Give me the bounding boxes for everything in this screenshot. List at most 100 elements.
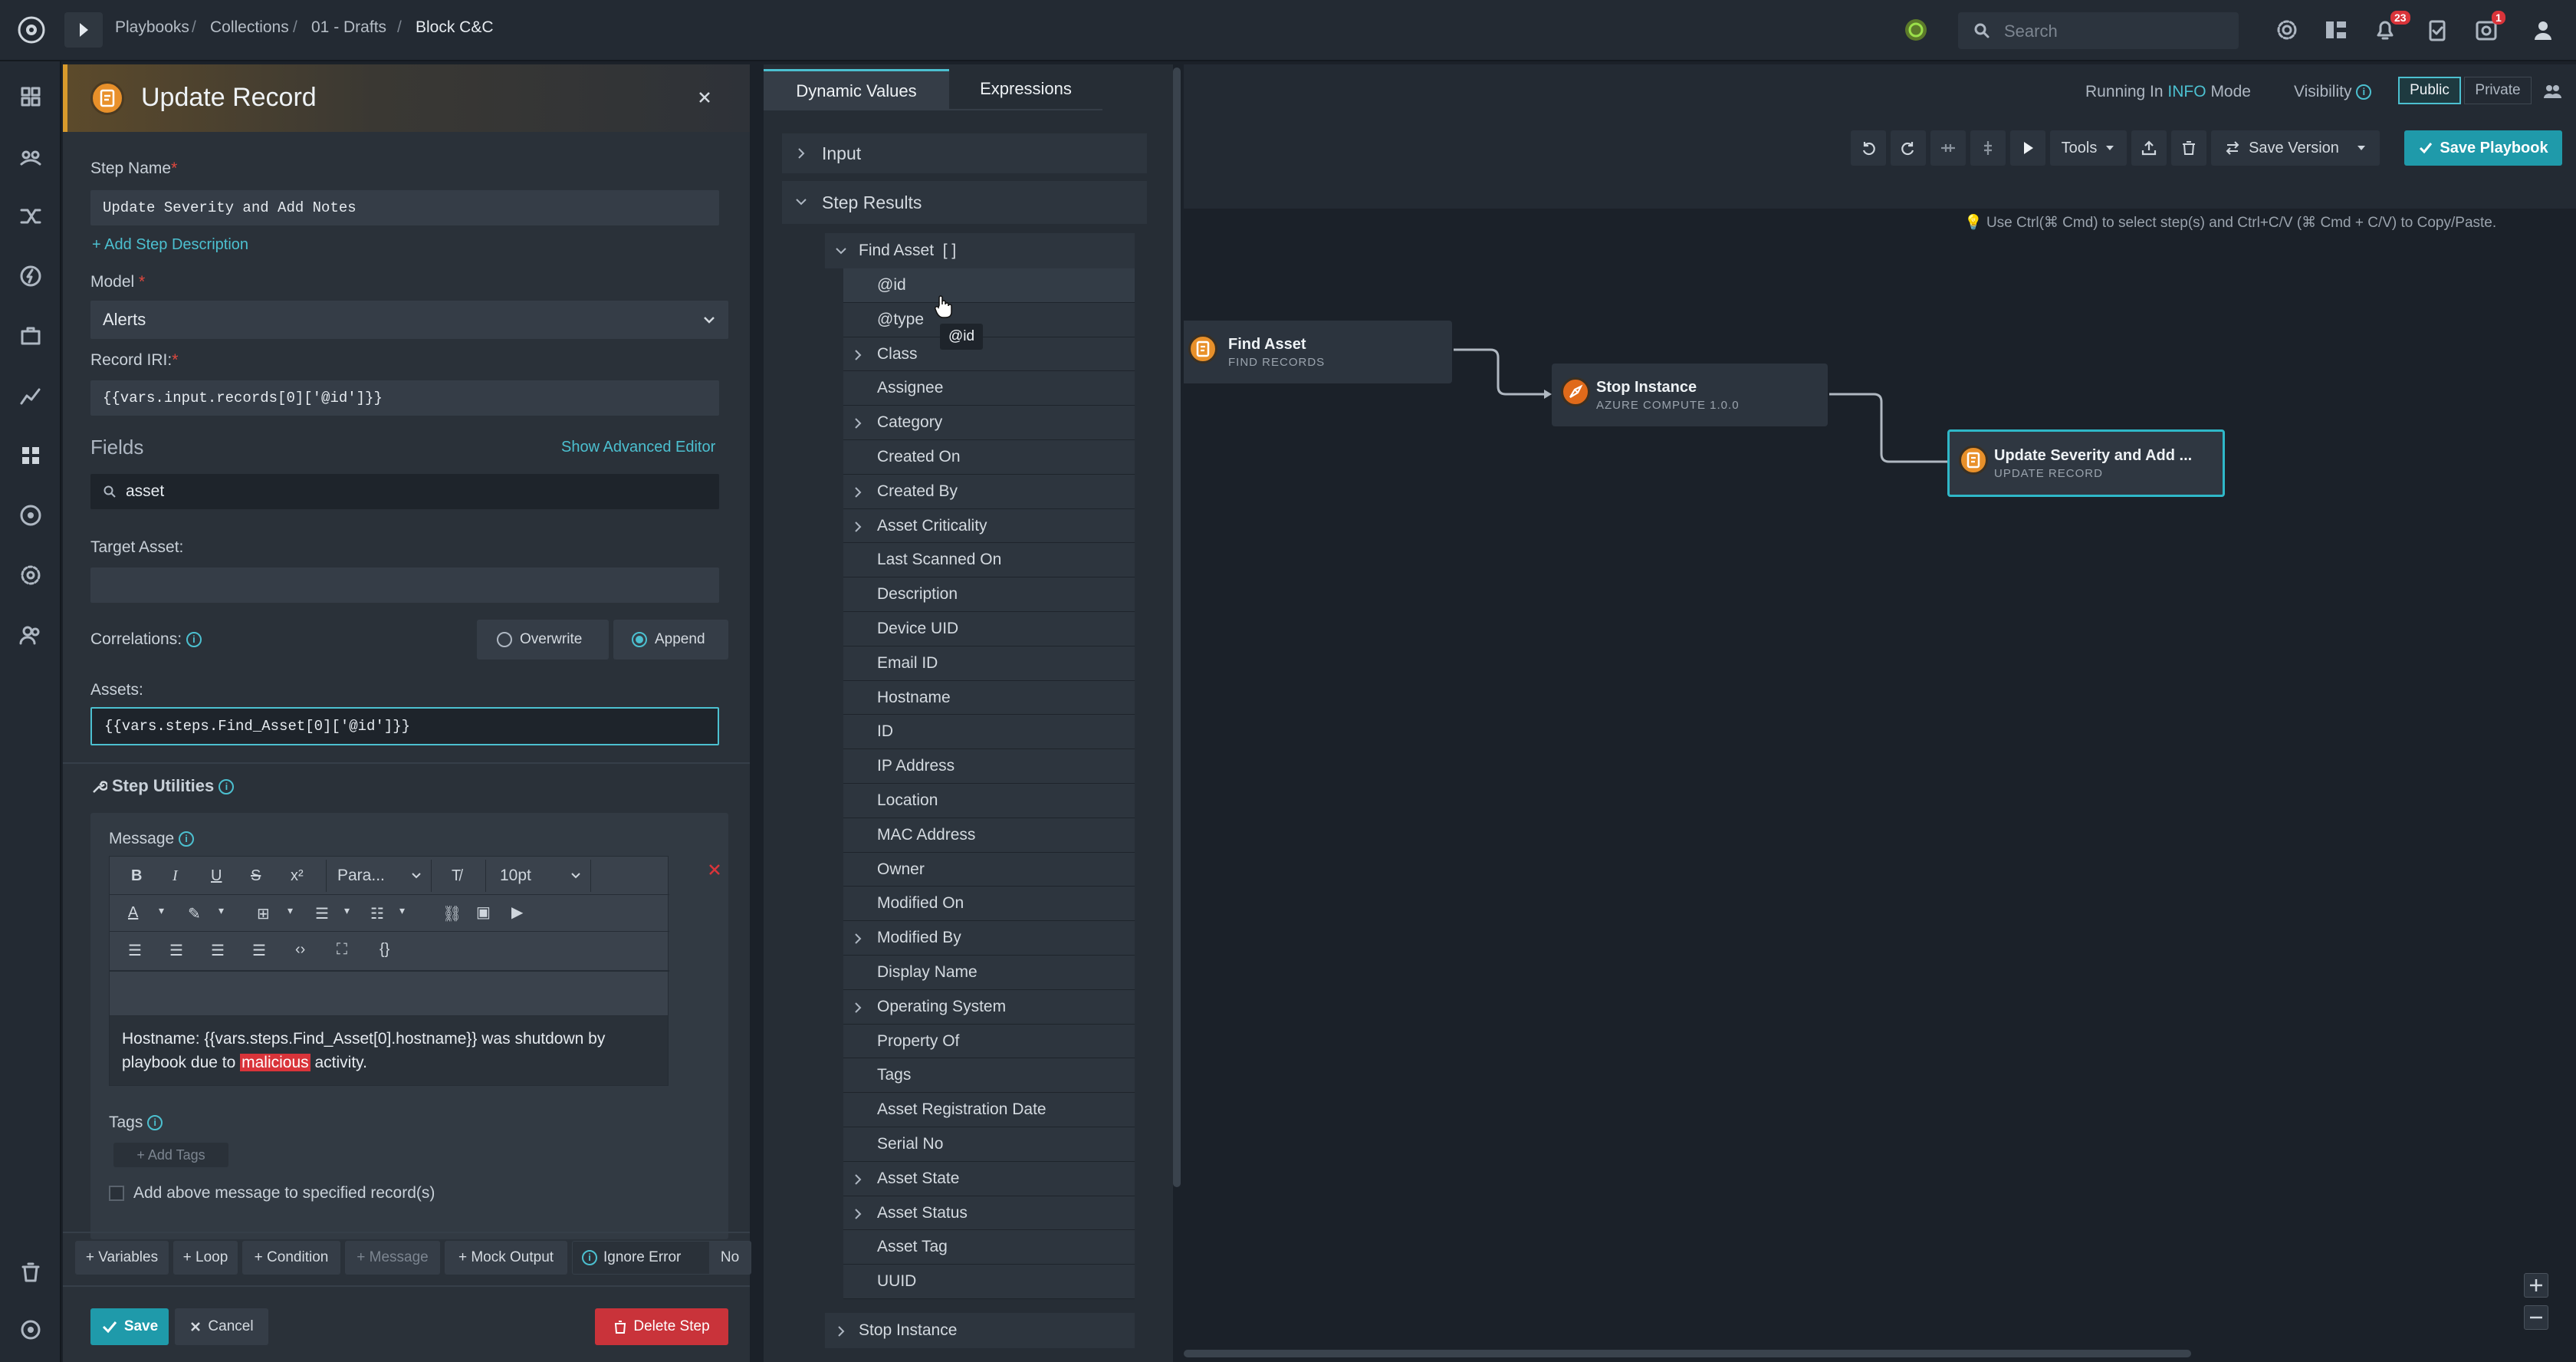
align-right-icon[interactable]: ☰ xyxy=(211,941,225,960)
save-button[interactable]: Save xyxy=(90,1308,169,1345)
add-loop-button[interactable]: + Loop xyxy=(173,1241,238,1275)
info-icon[interactable]: i xyxy=(147,1115,163,1131)
add-message-checkbox[interactable] xyxy=(109,1186,124,1201)
input-group[interactable]: Input xyxy=(782,133,1147,173)
chevron-down-icon[interactable]: ▾ xyxy=(288,904,293,917)
ignore-error-toggle[interactable]: i Ignore Error No xyxy=(572,1241,751,1275)
delete-step-button[interactable]: Delete Step xyxy=(595,1308,728,1345)
dynamic-value-item[interactable]: Modified On xyxy=(843,887,1135,921)
step-name-field[interactable]: Update Severity and Add Notes xyxy=(90,190,719,225)
breadcrumb-drafts[interactable]: 01 - Drafts xyxy=(311,18,386,37)
chevron-down-icon[interactable]: ▾ xyxy=(344,904,350,917)
content-hub-icon[interactable] xyxy=(18,443,43,468)
align-left-icon[interactable]: ☰ xyxy=(128,941,142,960)
dynamic-value-item[interactable]: IP Address xyxy=(843,749,1135,784)
dynamic-value-item[interactable]: @id xyxy=(843,268,1135,303)
dynamic-value-item[interactable]: Device UID xyxy=(843,612,1135,646)
dynamic-value-item[interactable]: Serial No xyxy=(843,1127,1135,1162)
stop-instance-group[interactable]: Stop Instance xyxy=(825,1313,1135,1348)
dynamic-value-item[interactable]: Property Of xyxy=(843,1025,1135,1058)
zoom-out-button[interactable] xyxy=(2524,1305,2548,1330)
dynamic-value-item[interactable]: @type xyxy=(843,303,1135,337)
dynamic-value-item[interactable]: ID xyxy=(843,715,1135,749)
italic-icon[interactable]: I xyxy=(172,867,178,885)
horizontal-scrollbar[interactable] xyxy=(1184,1350,2191,1357)
message-editor[interactable]: B I U S x² Para... T̸ 10pt A ▾ ✎ ▾ ⊞ ▾ ☰… xyxy=(109,856,669,1017)
breadcrumb-playbooks[interactable]: Playbooks xyxy=(115,18,189,37)
bold-icon[interactable]: B xyxy=(131,867,142,885)
bullet-list-icon[interactable]: ☰ xyxy=(315,904,329,923)
overwrite-radio[interactable]: Overwrite xyxy=(477,620,609,660)
dynamic-value-item[interactable]: Modified By xyxy=(843,921,1135,956)
dynamic-value-item[interactable]: Email ID xyxy=(843,646,1135,681)
target-asset-field[interactable] xyxy=(90,568,719,603)
status-indicator-icon[interactable] xyxy=(1903,17,1929,43)
add-mock-output-button[interactable]: + Mock Output xyxy=(445,1241,567,1275)
step-node-update-record[interactable]: Update Severity and Add ... UPDATE RECOR… xyxy=(1947,429,2225,497)
dynamic-values-braces-icon[interactable]: {} xyxy=(380,941,389,959)
info-icon[interactable]: i xyxy=(582,1250,597,1265)
align-center-icon[interactable]: ☰ xyxy=(169,941,183,960)
media-icon[interactable]: ▶ xyxy=(511,903,523,922)
show-advanced-editor-link[interactable]: Show Advanced Editor xyxy=(561,439,715,456)
message-body[interactable]: Hostname: {{vars.steps.Find_Asset[0].hos… xyxy=(109,1015,669,1086)
justify-icon[interactable]: ☰ xyxy=(252,941,266,960)
table-icon[interactable]: ⊞ xyxy=(257,904,270,923)
info-icon[interactable]: i xyxy=(186,632,202,648)
add-tags-button[interactable]: + Add Tags xyxy=(113,1143,228,1167)
tasks-clipboard-icon[interactable] xyxy=(2424,17,2450,43)
help-icon[interactable] xyxy=(18,1318,43,1342)
superscript-icon[interactable]: x² xyxy=(291,867,304,885)
tab-dynamic-values[interactable]: Dynamic Values xyxy=(764,69,949,110)
paragraph-select[interactable]: Para... xyxy=(326,860,432,892)
dynamic-value-item[interactable]: Created By xyxy=(843,475,1135,509)
remove-message-icon[interactable] xyxy=(707,862,722,877)
shuffle-icon[interactable] xyxy=(18,204,43,229)
add-variables-button[interactable]: + Variables xyxy=(75,1241,169,1275)
text-color-icon[interactable]: A xyxy=(128,904,138,922)
breadcrumb-collections[interactable]: Collections xyxy=(210,18,289,37)
dynamic-value-item[interactable]: Last Scanned On xyxy=(843,543,1135,577)
analytics-chart-icon[interactable] xyxy=(18,383,43,408)
dynamic-value-item[interactable]: Assignee xyxy=(843,371,1135,406)
scrollbar[interactable] xyxy=(1173,67,1181,1187)
info-icon[interactable]: i xyxy=(179,831,195,847)
dynamic-value-item[interactable]: Location xyxy=(843,784,1135,818)
dashboard-icon[interactable] xyxy=(18,84,43,109)
fullscreen-icon[interactable]: ⛶ xyxy=(337,941,347,959)
threat-intel-icon[interactable] xyxy=(18,503,43,528)
trash-icon[interactable] xyxy=(18,1259,43,1284)
clear-format-icon[interactable]: T̸ xyxy=(452,867,461,885)
font-size-select[interactable]: 10pt xyxy=(485,860,591,892)
underline-icon[interactable]: U xyxy=(211,867,222,885)
dynamic-value-item[interactable]: Asset Criticality xyxy=(843,509,1135,543)
dynamic-value-item[interactable]: Owner xyxy=(843,853,1135,887)
dynamic-value-item[interactable]: Operating System xyxy=(843,990,1135,1025)
step-node-stop-instance[interactable]: Stop Instance AZURE COMPUTE 1.0.0 xyxy=(1552,364,1828,426)
search-input[interactable]: Search xyxy=(1958,12,2239,49)
numbered-list-icon[interactable]: ☷ xyxy=(370,904,384,923)
user-avatar-icon[interactable] xyxy=(2530,17,2556,43)
dynamic-value-item[interactable]: Tags xyxy=(843,1058,1135,1093)
step-node-find-asset[interactable]: Find Asset FIND RECORDS xyxy=(1184,321,1452,383)
dynamic-value-item[interactable]: Asset Status xyxy=(843,1196,1135,1230)
append-radio[interactable]: Append xyxy=(613,620,728,660)
users-icon[interactable] xyxy=(18,623,43,647)
dynamic-value-item[interactable]: Category xyxy=(843,406,1135,440)
settings-cog-icon[interactable] xyxy=(18,563,43,587)
chevron-down-icon[interactable]: ▾ xyxy=(219,904,224,917)
step-results-group[interactable]: Step Results xyxy=(782,181,1147,224)
dynamic-value-item[interactable]: Asset Tag xyxy=(843,1230,1135,1265)
link-icon[interactable]: ⛓ xyxy=(442,904,462,923)
chevron-down-icon[interactable]: ▾ xyxy=(159,904,164,917)
dynamic-value-item[interactable]: Asset State xyxy=(843,1162,1135,1196)
settings-gear-icon[interactable] xyxy=(2274,17,2300,43)
record-iri-field[interactable]: {{vars.input.records[0]['@id']}} xyxy=(90,380,719,416)
field-search-input[interactable]: asset xyxy=(90,474,719,509)
play-run-button[interactable] xyxy=(64,12,103,48)
add-step-description-link[interactable]: + Add Step Description xyxy=(92,236,248,254)
dynamic-value-item[interactable]: Created On xyxy=(843,440,1135,475)
incidents-icon[interactable] xyxy=(18,144,43,169)
image-icon[interactable]: ▣ xyxy=(476,903,491,922)
hierarchy-icon[interactable] xyxy=(2323,17,2349,43)
